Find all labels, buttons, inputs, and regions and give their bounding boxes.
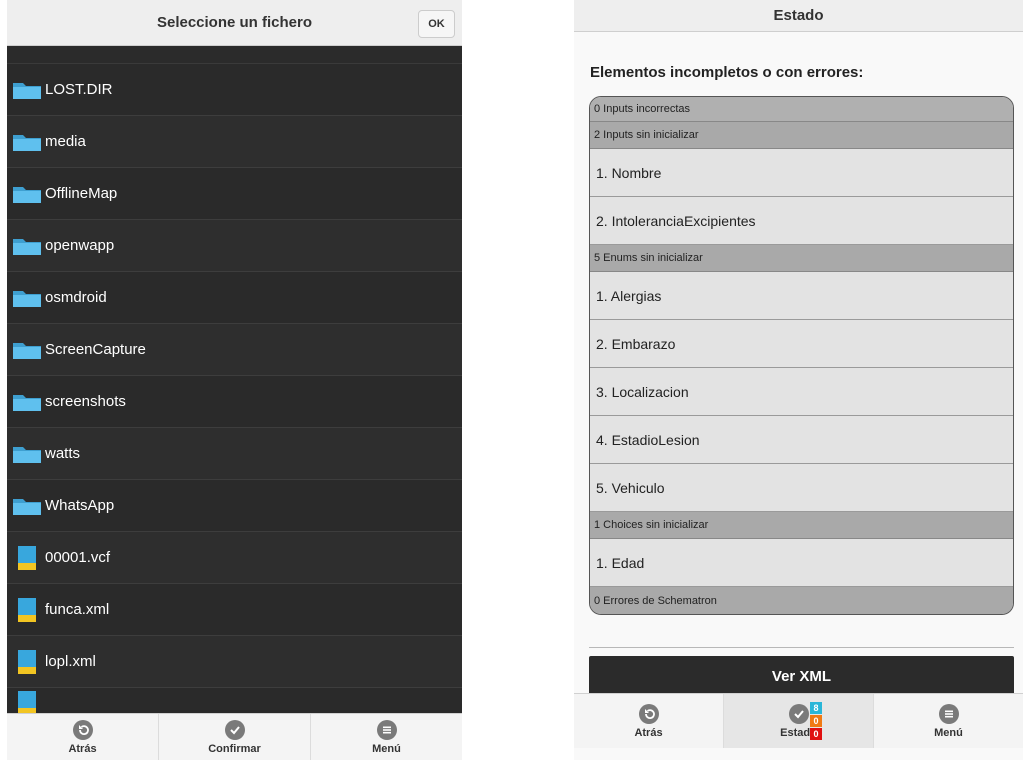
folder-icon	[13, 186, 41, 203]
document-icon	[18, 691, 36, 713]
status-badges: 8 0 0	[810, 702, 822, 741]
status-list: 0 Inputs incorrectas 2 Inputs sin inicia…	[589, 96, 1014, 615]
menu-button[interactable]: Menú	[311, 714, 462, 760]
check-icon	[224, 719, 245, 740]
ok-button[interactable]: OK	[418, 10, 455, 38]
document-icon	[18, 597, 36, 622]
file-list-item[interactable]: lopl.xml	[7, 636, 462, 688]
folder-icon	[13, 82, 41, 99]
menu-button[interactable]: Menú	[874, 694, 1023, 748]
folder-icon	[13, 394, 41, 411]
file-chooser-title: Seleccione un fichero	[156, 14, 313, 31]
file-list-item[interactable]: ScreenCapture	[7, 324, 462, 376]
confirm-label: Confirmar	[208, 742, 261, 755]
file-name: 00001.vcf	[45, 549, 111, 566]
file-name: funca.xml	[45, 601, 110, 618]
menu-label: Menú	[372, 742, 401, 755]
file-list: LOST.DIR media OfflineMap openwapp osmdr…	[7, 63, 462, 713]
file-chooser-footer-nav: Atrás Confirmar Menú	[7, 713, 462, 760]
back-label: Atrás	[634, 726, 663, 739]
folder-icon	[13, 290, 41, 307]
file-list-item[interactable]: WhatsApp	[7, 480, 462, 532]
confirm-button[interactable]: Confirmar	[159, 714, 311, 760]
file-list-item[interactable]: watts	[7, 428, 462, 480]
file-name: osmdroid	[45, 289, 107, 306]
back-icon	[638, 703, 659, 724]
file-chooser-header: Seleccione un fichero OK	[7, 0, 462, 46]
group-header: 2 Inputs sin inicializar	[590, 122, 1013, 149]
file-name: OfflineMap	[45, 185, 118, 202]
group-header: 0 Errores de Schematron	[590, 587, 1013, 614]
status-item[interactable]: 1. Nombre	[590, 149, 1013, 197]
folder-icon	[13, 238, 41, 255]
menu-list-icon	[938, 703, 959, 724]
document-icon	[18, 545, 36, 570]
file-name: screenshots	[45, 393, 126, 410]
group-header: 1 Choices sin inicializar	[590, 512, 1013, 539]
document-icon	[18, 649, 36, 674]
view-xml-button[interactable]: Ver XML	[589, 656, 1014, 696]
menu-label: Menú	[934, 726, 963, 739]
status-badge-info: 8	[810, 702, 822, 714]
divider	[589, 647, 1014, 648]
incomplete-elements-heading: Elementos incompletos o con errores:	[590, 64, 864, 81]
status-badge-error: 0	[810, 728, 822, 740]
file-list-item[interactable]: funca.xml	[7, 584, 462, 636]
check-icon	[788, 703, 809, 724]
folder-icon	[13, 134, 41, 151]
status-item[interactable]: 1. Alergias	[590, 272, 1013, 320]
file-list-item[interactable]	[7, 688, 462, 713]
file-list-item[interactable]: LOST.DIR	[7, 64, 462, 116]
file-chooser-screen: Seleccione un fichero OK LOST.DIR media …	[7, 0, 462, 760]
status-screen: Estado Elementos incompletos o con error…	[574, 0, 1023, 760]
status-badge-warning: 0	[810, 715, 822, 727]
folder-icon	[13, 342, 41, 359]
file-list-item[interactable]: openwapp	[7, 220, 462, 272]
back-button[interactable]: Atrás	[7, 714, 159, 760]
status-item[interactable]: 1. Edad	[590, 539, 1013, 587]
file-list-item[interactable]: 00001.vcf	[7, 532, 462, 584]
file-name: WhatsApp	[45, 497, 115, 514]
file-list-item[interactable]: media	[7, 116, 462, 168]
file-list-item[interactable]: screenshots	[7, 376, 462, 428]
file-name: LOST.DIR	[45, 81, 113, 98]
file-name: watts	[45, 445, 81, 462]
file-name: media	[45, 133, 86, 150]
status-item[interactable]: 2. Embarazo	[590, 320, 1013, 368]
file-name: openwapp	[45, 237, 115, 254]
group-header: 0 Inputs incorrectas	[590, 97, 1013, 122]
status-tab-button[interactable]: Estado 8 0 0	[724, 694, 874, 748]
status-item[interactable]: 5. Vehiculo	[590, 464, 1013, 512]
file-name: ScreenCapture	[45, 341, 146, 358]
status-footer-nav: Atrás Estado 8 0 0 Menú	[574, 693, 1023, 748]
file-list-item[interactable]: OfflineMap	[7, 168, 462, 220]
back-label: Atrás	[68, 742, 97, 755]
status-header: Estado	[574, 0, 1023, 32]
menu-list-icon	[376, 719, 397, 740]
status-title: Estado	[773, 7, 824, 24]
back-icon	[72, 719, 93, 740]
file-list-item[interactable]: osmdroid	[7, 272, 462, 324]
status-item[interactable]: 2. IntoleranciaExcipientes	[590, 197, 1013, 245]
status-item[interactable]: 3. Localizacion	[590, 368, 1013, 416]
file-name: lopl.xml	[45, 653, 96, 670]
group-header: 5 Enums sin inicializar	[590, 245, 1013, 272]
folder-icon	[13, 498, 41, 515]
folder-icon	[13, 446, 41, 463]
back-button[interactable]: Atrás	[574, 694, 724, 748]
status-item[interactable]: 4. EstadioLesion	[590, 416, 1013, 464]
